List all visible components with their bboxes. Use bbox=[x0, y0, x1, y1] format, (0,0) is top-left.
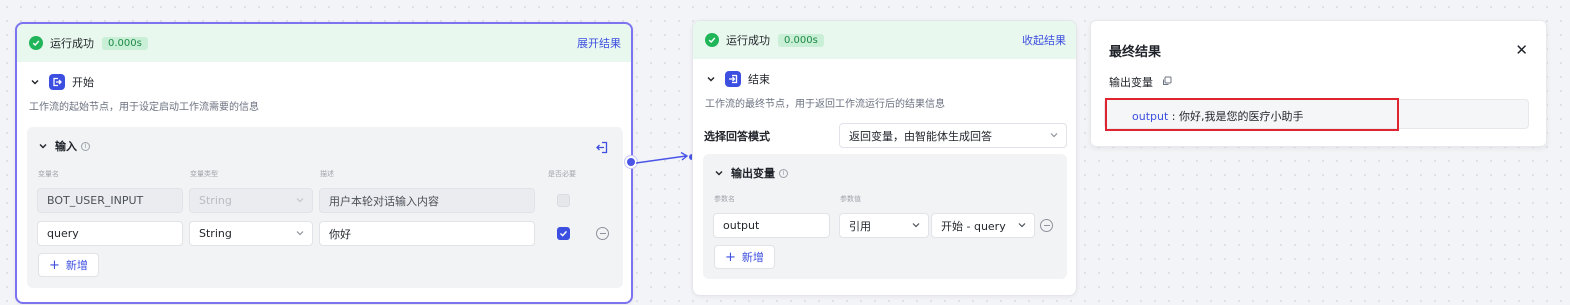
column-header-type: 变量类型 bbox=[190, 170, 218, 178]
answer-mode-value: 返回变量，由智能体生成回答 bbox=[849, 129, 992, 143]
answer-mode-select[interactable]: 返回变量，由智能体生成回答 bbox=[839, 123, 1067, 148]
variable-type-value: String bbox=[199, 227, 232, 240]
variable-name-field: BOT_USER_INPUT bbox=[37, 188, 183, 213]
param-source-value: 引用 bbox=[849, 219, 871, 233]
input-panel: 输入 i 变量名 变量类型 描述 是否必要 BOT_USER_INPUT Str… bbox=[27, 127, 623, 288]
variable-description-field[interactable]: 你好 bbox=[319, 221, 535, 246]
close-icon[interactable]: ✕ bbox=[1515, 41, 1528, 59]
column-header-param-name: 参数名 bbox=[714, 195, 735, 203]
import-variable-icon[interactable] bbox=[595, 141, 608, 154]
output-variable-label: 输出变量 bbox=[1109, 76, 1153, 89]
add-output-button[interactable]: + 新增 bbox=[714, 245, 775, 269]
end-node[interactable]: 运行成功 0.000s 收起结果 结束 工作流的最终节点，用于返回工作流运行后的… bbox=[692, 20, 1077, 296]
plus-icon: + bbox=[49, 257, 60, 273]
param-source-select[interactable]: 引用 bbox=[839, 213, 929, 238]
node-description: 工作流的起始节点，用于设定启动工作流需要的信息 bbox=[29, 102, 259, 113]
variable-type-select: String bbox=[189, 188, 313, 213]
info-icon: i bbox=[779, 168, 788, 178]
success-check-icon bbox=[705, 33, 719, 47]
end-node-icon bbox=[725, 71, 741, 87]
plus-icon: + bbox=[725, 249, 736, 265]
add-input-button[interactable]: + 新增 bbox=[38, 253, 99, 277]
expand-result-link[interactable]: 展开结果 bbox=[577, 35, 621, 51]
node-title: 开始 bbox=[72, 76, 94, 89]
collapse-result-link[interactable]: 收起结果 bbox=[1022, 32, 1066, 48]
start-node[interactable]: 运行成功 0.000s 展开结果 开始 工作流的起始节点，用于设定启动工作流需要… bbox=[15, 22, 633, 304]
param-value-select[interactable]: 开始 - query bbox=[931, 213, 1035, 238]
column-header-required: 是否必要 bbox=[548, 170, 576, 178]
remove-row-icon[interactable] bbox=[596, 227, 609, 240]
final-result-panel: 最终结果 ✕ 输出变量 output : 你好,我是您的医疗小助手 bbox=[1090, 20, 1547, 147]
run-time-badge: 0.000s bbox=[778, 33, 824, 47]
collapse-chevron-icon[interactable] bbox=[705, 73, 717, 85]
required-checkbox[interactable] bbox=[557, 227, 570, 240]
required-checkbox bbox=[557, 194, 570, 207]
node-description: 工作流的最终节点，用于返回工作流运行后的结果信息 bbox=[705, 99, 945, 110]
info-icon: i bbox=[81, 141, 90, 151]
success-check-icon bbox=[29, 36, 43, 50]
chevron-down-icon bbox=[912, 223, 920, 228]
param-value: 开始 - query bbox=[941, 219, 1006, 233]
column-header-description: 描述 bbox=[320, 170, 334, 178]
column-header-param-value: 参数值 bbox=[840, 195, 861, 203]
check-icon bbox=[560, 230, 568, 237]
chevron-down-icon bbox=[1050, 133, 1058, 138]
start-node-icon bbox=[49, 74, 65, 90]
run-status-text: 运行成功 bbox=[50, 37, 94, 50]
output-panel-title: 输出变量 bbox=[731, 167, 775, 180]
column-header-name: 变量名 bbox=[38, 170, 59, 178]
output-key: output bbox=[1132, 110, 1169, 123]
chevron-down-icon bbox=[296, 231, 304, 236]
input-collapse-chevron-icon[interactable] bbox=[37, 140, 49, 152]
chevron-down-icon bbox=[296, 198, 304, 203]
node-title: 结束 bbox=[748, 73, 770, 86]
output-panel: 输出变量 i 参数名 参数值 output 引用 开始 - query + 新增 bbox=[703, 154, 1067, 279]
param-name-field[interactable]: output bbox=[713, 213, 830, 238]
add-input-label: 新增 bbox=[65, 259, 88, 272]
variable-type-select[interactable]: String bbox=[189, 221, 313, 246]
result-title: 最终结果 bbox=[1109, 45, 1162, 60]
output-value: 你好,我是您的医疗小助手 bbox=[1179, 110, 1304, 123]
chevron-down-icon bbox=[1018, 223, 1026, 228]
input-panel-title: 输入 bbox=[55, 140, 77, 153]
variable-type-value: String bbox=[199, 194, 232, 207]
run-time-badge: 0.000s bbox=[102, 36, 148, 50]
run-status-bar: 运行成功 0.000s 展开结果 bbox=[17, 24, 631, 62]
add-output-label: 新增 bbox=[741, 251, 764, 264]
variable-description-field: 用户本轮对话输入内容 bbox=[319, 188, 535, 213]
remove-row-icon[interactable] bbox=[1040, 219, 1053, 232]
output-separator: : bbox=[1168, 110, 1179, 123]
run-status-bar: 运行成功 0.000s 收起结果 bbox=[693, 21, 1076, 59]
edge-connector-line bbox=[636, 151, 689, 164]
run-status-text: 运行成功 bbox=[726, 34, 770, 47]
output-value-text: output : 你好,我是您的医疗小助手 bbox=[1132, 108, 1304, 124]
copy-icon[interactable] bbox=[1162, 76, 1172, 86]
answer-mode-label: 选择回答模式 bbox=[704, 130, 770, 143]
variable-name-field[interactable]: query bbox=[37, 221, 183, 246]
output-collapse-chevron-icon[interactable] bbox=[713, 167, 725, 179]
collapse-chevron-icon[interactable] bbox=[29, 76, 41, 88]
